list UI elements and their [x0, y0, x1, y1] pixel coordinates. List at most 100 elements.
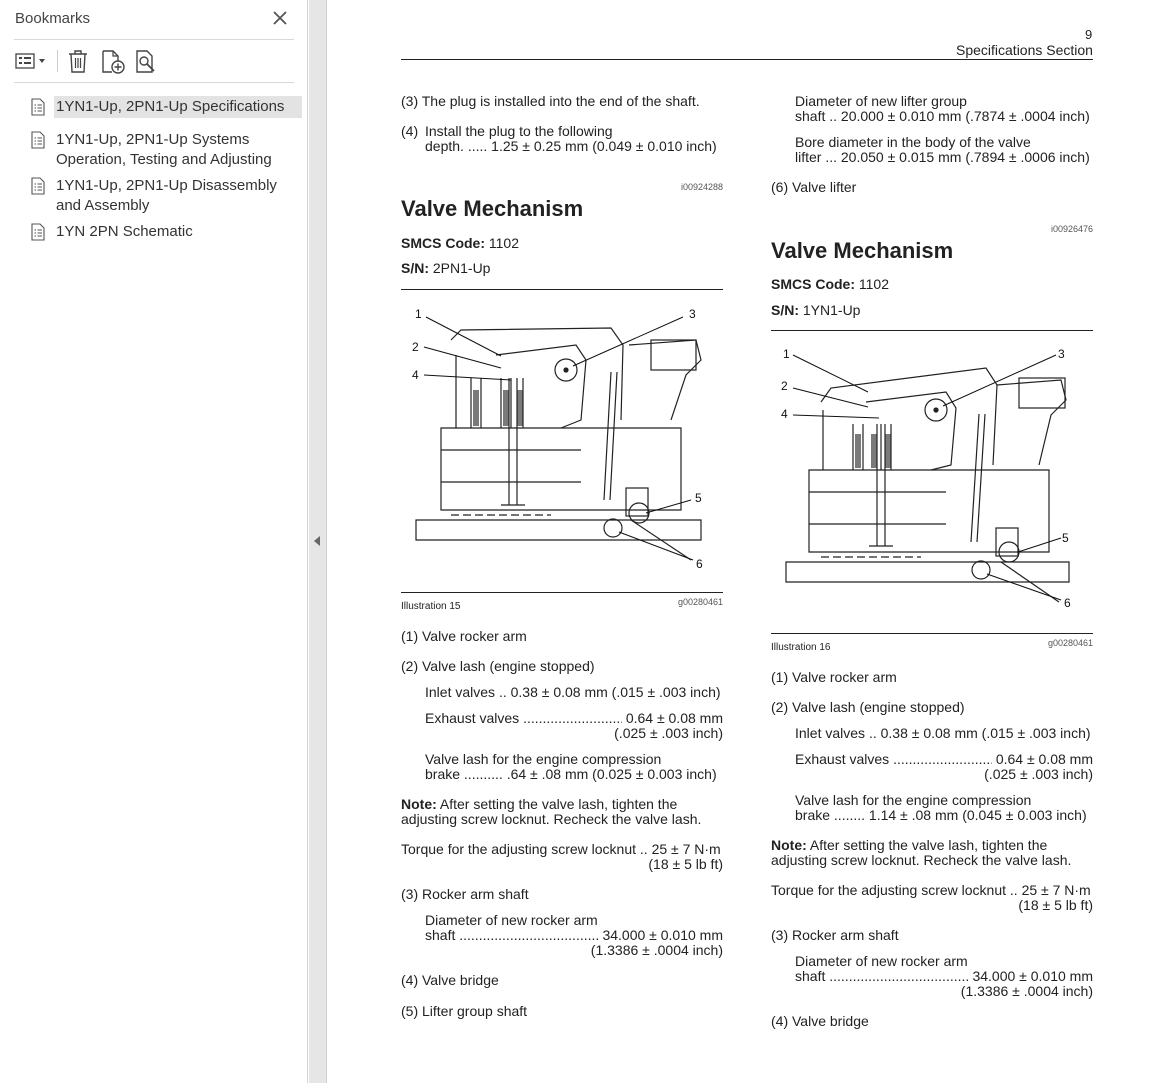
bookmark-disassembly[interactable]: 1YN1-Up, 2PN1-Up Disassembly and Assembl… [26, 173, 302, 215]
bookmarks-toolbar [0, 40, 308, 82]
bookmark-systems-operation[interactable]: 1YN1-Up, 2PN1-Up Systems Operation, Test… [26, 127, 302, 169]
lifter-shaft-label: Diameter of new lifter group [795, 93, 967, 109]
item-5: (5) Lifter group shaft [401, 1003, 528, 1019]
inlet-valves-spec: Inlet valves .. 0.38 ± 0.08 mm (.015 ± .… [425, 684, 721, 700]
item-3: (3) Rocker arm shaft [771, 927, 899, 943]
section-heading: Valve Mechanism [401, 196, 584, 221]
toolbar-bottom-divider [14, 82, 294, 83]
figure-top-rule [401, 289, 723, 290]
exhaust-valves-spec: Exhaust valves .........................… [795, 751, 1093, 767]
left-column: (3) The plug is installed into the end o… [401, 0, 723, 1083]
collapse-arrow-icon[interactable] [314, 536, 320, 546]
trash-icon [69, 50, 87, 73]
bookmark-schematic[interactable]: 1YN 2PN Schematic [26, 219, 302, 243]
rocker-shaft-spec: shaft ..................................… [425, 927, 723, 943]
item-3: (3) Rocker arm shaft [401, 886, 529, 902]
rocker-shaft-inch: (1.3386 ± .0004 inch) [960, 983, 1093, 999]
rocker-shaft-label: Diameter of new rocker arm [795, 953, 968, 969]
item-1: (1) Valve rocker arm [401, 628, 527, 644]
smcs-code: SMCS Code: 1102 [771, 276, 889, 292]
callout-4: 4 [781, 407, 788, 421]
callout-4: 4 [412, 368, 419, 382]
bookmark-label: 1YN1-Up, 2PN1-Up Specifications [54, 96, 302, 118]
step-4-depth: depth. ..... 1.25 ± 0.25 mm (0.049 ± 0.0… [425, 138, 717, 154]
find-bookmark-button[interactable] [134, 47, 160, 75]
torque-spec: Torque for the adjusting screw locknut .… [401, 841, 721, 857]
callout-3: 3 [1058, 347, 1065, 361]
figure-top-rule [771, 330, 1093, 331]
delete-bookmark-button[interactable] [66, 47, 90, 75]
note-text-2: adjusting screw locknut. Recheck the val… [401, 811, 702, 827]
figure-code: g00280461 [677, 597, 723, 607]
add-bookmark-icon [102, 50, 125, 74]
callout-3: 3 [689, 307, 696, 321]
bookmark-label: 1YN1-Up, 2PN1-Up Disassembly and Assembl… [56, 177, 277, 214]
item-2: (2) Valve lash (engine stopped) [771, 699, 965, 715]
figure-bottom-rule [771, 633, 1093, 634]
figure-code: g00280461 [1047, 638, 1093, 648]
valve-mechanism-illustration-15: 1 2 4 3 5 6 [412, 307, 703, 571]
exhaust-valves-inch: (.025 ± .003 inch) [984, 766, 1093, 782]
bookmark-label: 1YN1-Up, 2PN1-Up Systems Operation, Test… [56, 131, 272, 168]
callout-1: 1 [415, 307, 422, 321]
bookmark-search-icon [136, 50, 155, 73]
bookmark-specifications[interactable]: 1YN1-Up, 2PN1-Up Specifications [26, 94, 302, 124]
bore-diameter-spec: lifter ... 20.050 ± 0.015 mm (.7894 ± .0… [795, 149, 1090, 165]
step-3-text: (3) The plug is installed into the end o… [401, 93, 700, 109]
valve-mechanism-illustration-16: 1 2 4 3 5 6 [781, 347, 1071, 610]
section-heading: Valve Mechanism [771, 238, 954, 263]
note-text-2: adjusting screw locknut. Recheck the val… [771, 852, 1072, 868]
smcs-code: SMCS Code: 1102 [401, 235, 519, 251]
torque-spec: Torque for the adjusting screw locknut .… [771, 882, 1091, 898]
callout-6: 6 [696, 557, 703, 571]
document-page: 9 Specifications Section (3) The plug is… [328, 0, 1164, 1083]
close-icon[interactable] [271, 9, 289, 27]
figure-bottom-rule [401, 592, 723, 593]
note-text: Note: After setting the valve lash, tigh… [401, 796, 678, 812]
bookmarks-title: Bookmarks [15, 10, 91, 27]
list-options-icon [15, 53, 45, 69]
torque-imperial: (18 ± 5 lb ft) [1018, 897, 1093, 913]
serial-number: S/N: 2PN1-Up [401, 260, 491, 276]
rocker-shaft-spec: shaft ..................................… [795, 968, 1093, 984]
panel-splitter[interactable] [309, 0, 327, 1083]
brake-lash-spec: brake ........ 1.14 ± .08 mm (0.045 ± 0.… [795, 807, 1087, 823]
bookmarks-header: Bookmarks [0, 0, 308, 38]
item-2: (2) Valve lash (engine stopped) [401, 658, 595, 674]
brake-lash-spec: brake .......... .64 ± .08 mm (0.025 ± 0… [425, 766, 717, 782]
bookmark-page-icon [31, 131, 45, 149]
bore-diameter-label: Bore diameter in the body of the valve [795, 134, 1031, 150]
callout-1: 1 [783, 347, 790, 361]
exhaust-valves-inch: (.025 ± .003 inch) [614, 725, 723, 741]
inlet-valves-spec: Inlet valves .. 0.38 ± 0.08 mm (.015 ± .… [795, 725, 1091, 741]
rocker-shaft-inch: (1.3386 ± .0004 inch) [590, 942, 723, 958]
callout-2: 2 [412, 340, 419, 354]
item-1: (1) Valve rocker arm [771, 669, 897, 685]
callout-5: 5 [1062, 531, 1069, 545]
step-4-text: (4) Install the plug to the following [401, 123, 613, 139]
document-id: i00926476 [1050, 224, 1093, 234]
bookmark-page-icon [31, 177, 45, 195]
new-bookmark-button[interactable] [100, 47, 126, 75]
lifter-shaft-spec: shaft .. 20.000 ± 0.010 mm (.7874 ± .000… [795, 108, 1090, 124]
document-id: i00924288 [680, 182, 723, 192]
bookmarks-panel: Bookmarks 1YN1-Up, 2PN1-Up Specification… [0, 0, 308, 1083]
options-menu-button[interactable] [14, 47, 50, 75]
rocker-shaft-label: Diameter of new rocker arm [425, 912, 598, 928]
bookmark-label: 1YN 2PN Schematic [56, 223, 193, 240]
torque-imperial: (18 ± 5 lb ft) [648, 856, 723, 872]
brake-lash-label: Valve lash for the engine compression [425, 751, 662, 767]
item-6: (6) Valve lifter [771, 179, 857, 195]
note-text: Note: After setting the valve lash, tigh… [771, 837, 1048, 853]
brake-lash-label: Valve lash for the engine compression [795, 792, 1032, 808]
exhaust-valves-spec: Exhaust valves .........................… [425, 710, 723, 726]
bookmark-page-icon [31, 223, 45, 241]
serial-number: S/N: 1YN1-Up [771, 302, 861, 318]
toolbar-divider [57, 50, 58, 72]
callout-2: 2 [781, 379, 788, 393]
item-4: (4) Valve bridge [771, 1013, 869, 1029]
illustration-caption: Illustration 16 [771, 642, 831, 653]
callout-6: 6 [1064, 596, 1071, 610]
item-4: (4) Valve bridge [401, 972, 499, 988]
right-column: Diameter of new lifter group shaft .. 20… [771, 0, 1093, 1083]
